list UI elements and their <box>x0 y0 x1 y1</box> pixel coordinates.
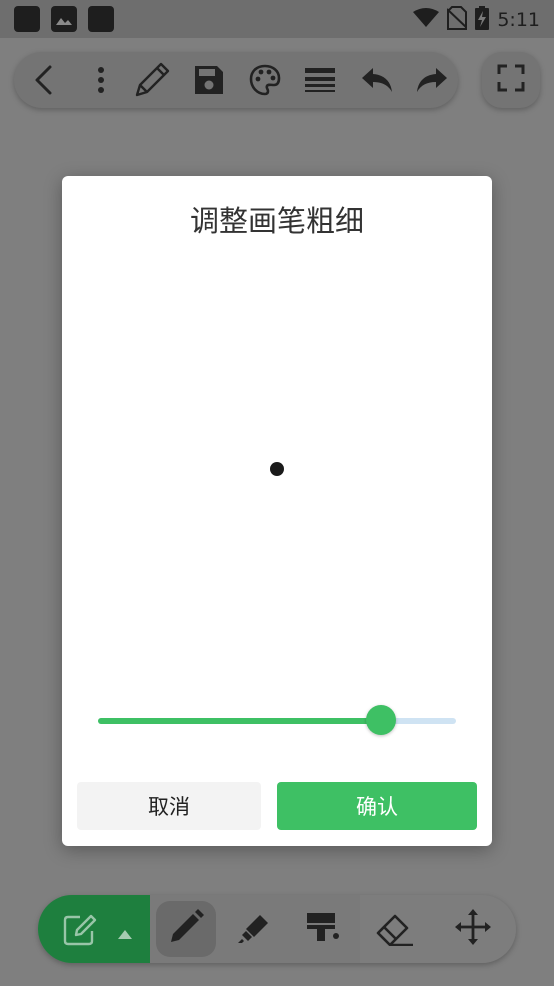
paint-roller-tool-button[interactable] <box>293 901 353 957</box>
fullscreen-button[interactable] <box>482 52 540 108</box>
clock: 5:11 <box>497 9 540 31</box>
dialog-title: 调整画笔粗细 <box>189 204 364 238</box>
move-icon <box>455 909 491 949</box>
move-tool-button[interactable] <box>443 901 503 957</box>
pen-tool-button[interactable] <box>156 901 216 957</box>
cancel-button[interactable]: 取消 <box>77 782 261 830</box>
paint-roller-icon <box>305 909 341 949</box>
mode-selector[interactable] <box>38 895 150 963</box>
eraser-tool-button[interactable] <box>364 901 424 957</box>
highlighter-tool-button[interactable] <box>224 901 284 957</box>
edit-note-icon <box>62 913 98 951</box>
image-icon <box>51 6 77 32</box>
notification-icon <box>88 6 114 32</box>
bottom-toolbar <box>38 895 516 963</box>
status-bar: 5:11 <box>0 0 554 38</box>
no-sim-icon <box>446 6 469 34</box>
caret-up-icon <box>118 924 132 943</box>
line-weight-icon[interactable] <box>300 60 340 100</box>
more-vertical-icon[interactable] <box>81 60 121 100</box>
brush-preview-dot <box>270 462 284 476</box>
pencil-icon[interactable] <box>132 60 172 100</box>
confirm-button[interactable]: 确认 <box>277 782 477 830</box>
eraser-icon <box>373 908 415 950</box>
slider-thumb[interactable] <box>365 705 396 735</box>
highlighter-icon <box>236 909 272 949</box>
wifi-icon <box>413 8 440 32</box>
save-icon[interactable] <box>189 60 229 100</box>
redo-icon[interactable] <box>412 60 452 100</box>
top-toolbar <box>14 52 458 108</box>
brush-size-dialog: 调整画笔粗细 取消 确认 <box>62 176 492 846</box>
undo-icon[interactable] <box>357 60 397 100</box>
brush-size-slider[interactable] <box>98 705 456 735</box>
battery-charging-icon <box>475 6 490 34</box>
pen-icon <box>168 909 204 949</box>
notification-icon <box>14 6 40 32</box>
back-icon[interactable] <box>24 60 64 100</box>
fullscreen-icon <box>497 64 525 96</box>
slider-fill <box>98 718 381 724</box>
palette-icon[interactable] <box>245 60 285 100</box>
